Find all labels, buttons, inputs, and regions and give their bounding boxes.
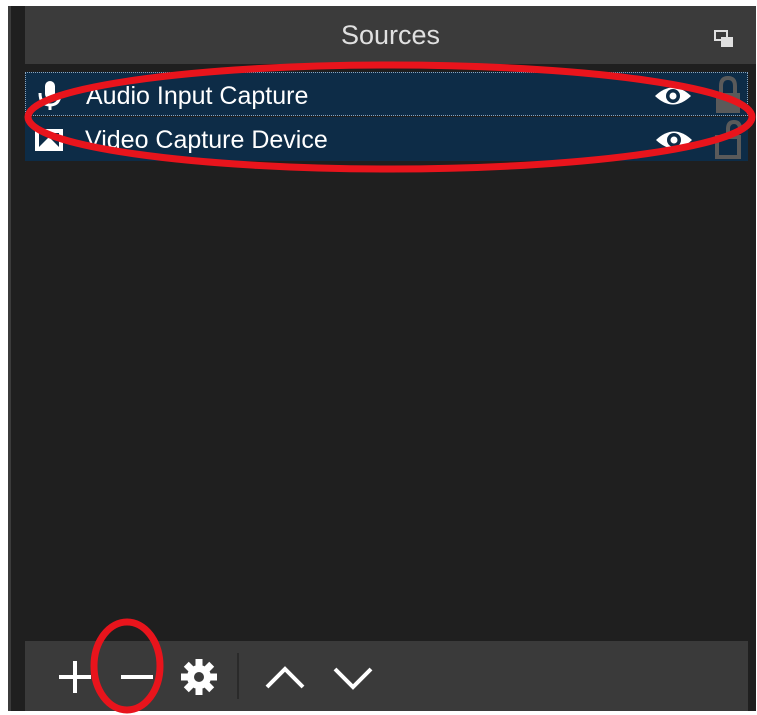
dock-float-icon[interactable] bbox=[714, 30, 734, 48]
toolbar-separator bbox=[237, 653, 239, 699]
lock-icon[interactable] bbox=[713, 75, 743, 115]
sources-dock: Sources Audio Input Capture Video Captur… bbox=[8, 6, 756, 711]
source-label: Audio Input Capture bbox=[86, 82, 309, 110]
microphone-icon bbox=[38, 81, 62, 110]
source-item-video-capture-device[interactable]: Video Capture Device bbox=[25, 117, 748, 161]
gear-icon[interactable] bbox=[175, 655, 223, 699]
camera-icon bbox=[35, 129, 63, 151]
chevron-down-icon[interactable] bbox=[329, 655, 377, 699]
plus-icon[interactable] bbox=[51, 655, 99, 699]
source-item-audio-input-capture[interactable]: Audio Input Capture bbox=[25, 72, 748, 116]
sources-toolbar bbox=[25, 641, 748, 711]
dock-title: Sources bbox=[340, 19, 441, 50]
unlock-icon[interactable] bbox=[714, 119, 744, 159]
eye-icon[interactable] bbox=[654, 127, 694, 153]
minus-icon[interactable] bbox=[113, 655, 161, 699]
eye-icon[interactable] bbox=[653, 83, 693, 109]
chevron-up-icon[interactable] bbox=[261, 655, 309, 699]
dock-titlebar[interactable]: Sources bbox=[25, 6, 756, 64]
sources-list[interactable]: Audio Input Capture Video Capture Device bbox=[25, 72, 748, 639]
source-label: Video Capture Device bbox=[85, 126, 328, 154]
